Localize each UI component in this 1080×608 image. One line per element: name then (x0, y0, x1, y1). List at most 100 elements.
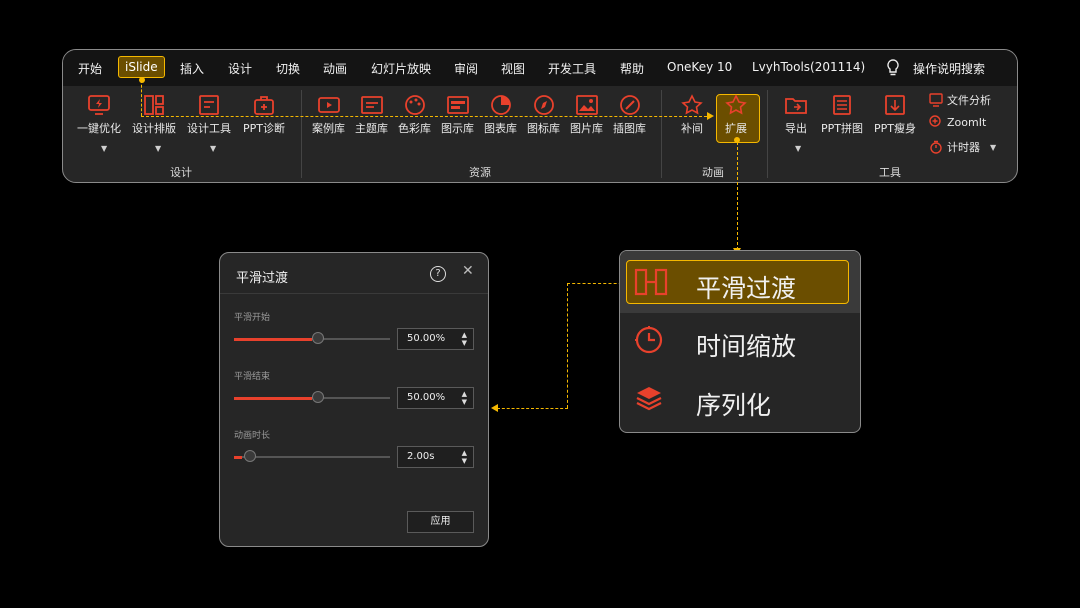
lightbulb-icon[interactable] (886, 59, 900, 81)
clock-target-icon (635, 326, 663, 354)
slider-fill (234, 337, 312, 341)
chevron-down-icon[interactable]: ▼ (990, 143, 996, 152)
design-tools-button[interactable]: 设计工具 (187, 94, 231, 136)
group-label-animation: 动画 (702, 166, 724, 179)
spinner-arrows-icon[interactable]: ▲ ▼ (462, 449, 467, 465)
connector-dot (139, 77, 145, 83)
export-button[interactable]: 导出 (784, 94, 808, 136)
tab-view[interactable]: 视图 (501, 60, 525, 77)
slider-handle[interactable] (244, 450, 256, 462)
smooth-start-label: 平滑开始 (234, 313, 271, 323)
group-label-resources: 资源 (469, 166, 491, 179)
smooth-end-input[interactable]: 50.00% ▲ ▼ (397, 387, 474, 409)
design-layout-button[interactable]: 设计排版 (132, 94, 176, 136)
layers-icon (636, 387, 662, 411)
tab-design[interactable]: 设计 (228, 60, 252, 77)
chevron-down-icon[interactable]: ▼ (795, 144, 801, 153)
chart-library-label: 图表库 (484, 122, 517, 135)
illustration-library-label: 插图库 (613, 122, 646, 135)
monitor-bolt-icon (88, 95, 110, 115)
monitor-analysis-icon (929, 93, 943, 107)
chevron-down-icon[interactable]: ▼ (155, 144, 161, 153)
theme-library-label: 主题库 (355, 122, 388, 135)
theme-library-button[interactable]: 主题库 (355, 94, 388, 136)
tab-insert[interactable]: 插入 (180, 60, 204, 77)
icon-library-label: 图标库 (527, 122, 560, 135)
zoomit-button[interactable]: ZoomIt (929, 115, 986, 129)
illustration-library-button[interactable]: 插图库 (613, 94, 646, 136)
one-click-optimize-button[interactable]: 一键优化 (77, 94, 121, 136)
extend-button[interactable]: 扩展 (724, 94, 748, 136)
smooth-start-input[interactable]: 50.00% ▲ ▼ (397, 328, 474, 350)
tab-slideshow[interactable]: 幻灯片放映 (371, 60, 431, 77)
tween-label: 补间 (681, 122, 703, 135)
tab-help[interactable]: 帮助 (620, 60, 644, 77)
star-icon (681, 94, 703, 115)
tab-lvyhtools[interactable]: LvyhTools(201114) (752, 60, 865, 74)
ppt-diagnose-button[interactable]: PPT诊断 (243, 94, 285, 136)
diagram-library-label: 图示库 (441, 122, 474, 135)
diagram-icon (446, 96, 469, 114)
tab-animations[interactable]: 动画 (323, 60, 347, 77)
design-layout-label: 设计排版 (132, 122, 176, 135)
ppt-diagnose-label: PPT诊断 (243, 122, 285, 135)
animation-duration-label: 动画时长 (234, 431, 271, 441)
tab-transitions[interactable]: 切换 (276, 60, 300, 77)
smooth-transition-dialog: 平滑过渡 ? ✕ 平滑开始 50.00% ▲ ▼ 平滑结束 50.00% ▲ ▼ 动… (219, 252, 489, 547)
animation-duration-input[interactable]: 2.00s ▲ ▼ (397, 446, 474, 468)
help-icon[interactable]: ? (430, 266, 446, 282)
icon-library-button[interactable]: 图标库 (527, 94, 560, 136)
animation-duration-slider[interactable] (234, 450, 390, 462)
tab-home[interactable]: 开始 (78, 60, 102, 77)
star-sparkle-icon (725, 94, 747, 115)
apply-button[interactable]: 应用 (407, 511, 474, 533)
medical-kit-icon (254, 96, 274, 115)
ppt-collage-button[interactable]: PPT拼图 (821, 94, 863, 136)
menu-item-smooth-transition[interactable]: 平滑过渡 (626, 261, 848, 305)
connector-line (497, 408, 568, 409)
ppt-slim-button[interactable]: PPT瘦身 (874, 94, 916, 136)
spinner-arrows-icon[interactable]: ▲ ▼ (462, 331, 467, 347)
tween-button[interactable]: 补间 (680, 94, 704, 136)
export-label: 导出 (785, 122, 807, 135)
brush-icon (619, 95, 640, 115)
case-library-label: 案例库 (312, 122, 345, 135)
connector-line (567, 283, 627, 284)
menu-item-time-scale[interactable]: 时间缩放 (626, 319, 848, 363)
diagram-library-button[interactable]: 图示库 (441, 94, 474, 136)
zoom-icon (929, 115, 941, 127)
case-library-button[interactable]: 案例库 (312, 94, 345, 136)
timer-button[interactable]: 计时器 ▼ (929, 139, 996, 155)
spinner-arrows-icon[interactable]: ▲ ▼ (462, 390, 467, 406)
menu-item-serialize[interactable]: 序列化 (626, 378, 848, 422)
tab-onekey[interactable]: OneKey 10 (667, 60, 732, 74)
chevron-down-icon[interactable]: ▼ (210, 144, 216, 153)
chevron-down-icon[interactable]: ▼ (101, 144, 107, 153)
tab-islide[interactable]: iSlide (118, 56, 165, 78)
slider-handle[interactable] (312, 332, 324, 344)
slider-fill (234, 455, 242, 459)
group-divider (301, 90, 302, 178)
tab-developer[interactable]: 开发工具 (548, 60, 596, 77)
extend-menu: 平滑过渡 时间缩放 序列化 (619, 250, 861, 433)
image-library-label: 图片库 (570, 122, 603, 135)
dialog-title: 平滑过渡 (236, 271, 289, 286)
file-analysis-button[interactable]: 文件分析 (929, 92, 991, 108)
smooth-start-slider[interactable] (234, 332, 390, 344)
connector-line (141, 80, 142, 116)
tell-me-search[interactable]: 操作说明搜索 (913, 60, 985, 77)
image-library-button[interactable]: 图片库 (570, 94, 603, 136)
group-label-tools: 工具 (879, 166, 901, 179)
pie-chart-icon (490, 95, 511, 115)
color-library-button[interactable]: 色彩库 (398, 94, 431, 136)
menu-item-label: 时间缩放 (696, 332, 797, 361)
extend-label: 扩展 (725, 122, 747, 135)
ppt-slim-label: PPT瘦身 (874, 122, 916, 135)
tab-review[interactable]: 审阅 (454, 60, 478, 77)
smooth-end-slider[interactable] (234, 391, 390, 403)
connector-line (737, 142, 738, 250)
close-icon[interactable]: ✕ (462, 263, 474, 279)
menu-item-label: 序列化 (696, 391, 772, 420)
chart-library-button[interactable]: 图表库 (484, 94, 517, 136)
slider-handle[interactable] (312, 391, 324, 403)
